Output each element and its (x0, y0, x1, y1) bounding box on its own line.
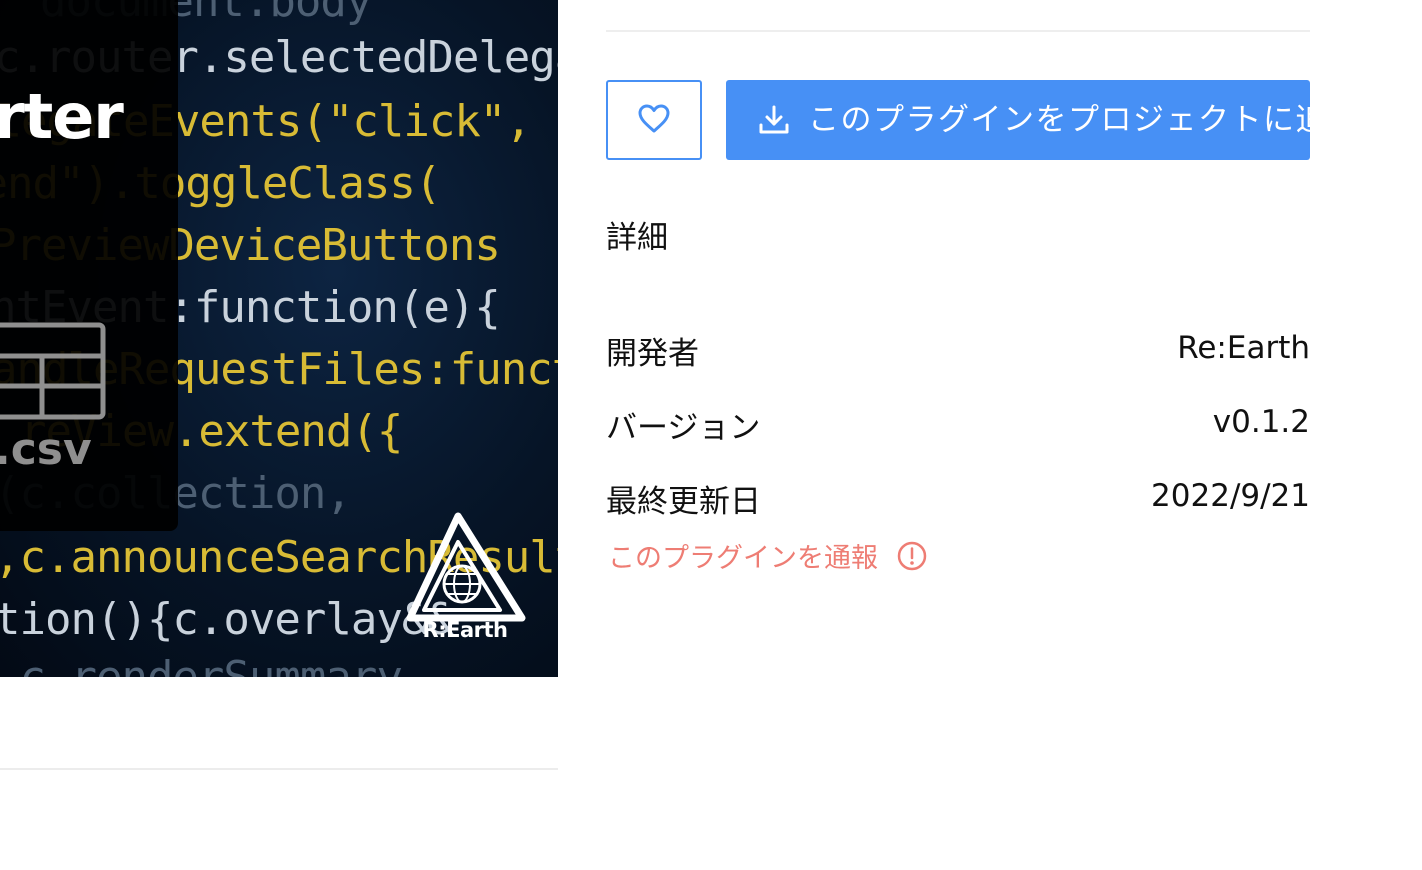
version-value: v0.1.2 (1212, 404, 1310, 440)
plugin-card-title: rter (0, 80, 124, 153)
updated-value: 2022/9/21 (1151, 478, 1310, 514)
plugin-detail-page: document.body c.router.selectedDelegates… (0, 0, 1422, 870)
heart-icon (638, 104, 670, 133)
report-plugin-label: このプラグインを通報 (608, 543, 878, 574)
reearth-logo-text: R:Earth (422, 618, 508, 642)
plugin-cover-image: document.body c.router.selectedDelegates… (0, 0, 558, 677)
updated-label: 最終更新日 (606, 484, 761, 520)
plugin-card-extension: .csv (0, 424, 92, 475)
version-row: バージョン v0.1.2 (606, 402, 1310, 446)
developer-row: 開発者 Re:Earth (606, 328, 1310, 372)
divider (0, 768, 558, 770)
download-icon (759, 105, 789, 134)
add-to-project-label: このプラグインをプロジェクトに追加 (808, 102, 1361, 138)
version-label: バージョン (606, 410, 761, 446)
code-line: tion(){c.overlay&& (0, 594, 454, 645)
table-icon (0, 322, 106, 420)
code-line: ,c.renderSummary (0, 652, 403, 677)
alert-circle-icon (897, 541, 927, 571)
add-to-project-button[interactable]: このプラグインをプロジェクトに追加 (726, 80, 1359, 160)
details-heading: 詳細 (606, 220, 668, 256)
updated-row: 最終更新日 2022/9/21 (606, 476, 1310, 520)
favorite-button[interactable] (606, 80, 702, 160)
developer-label: 開発者 (606, 336, 699, 372)
divider (606, 30, 1310, 32)
developer-value: Re:Earth (1177, 330, 1310, 366)
